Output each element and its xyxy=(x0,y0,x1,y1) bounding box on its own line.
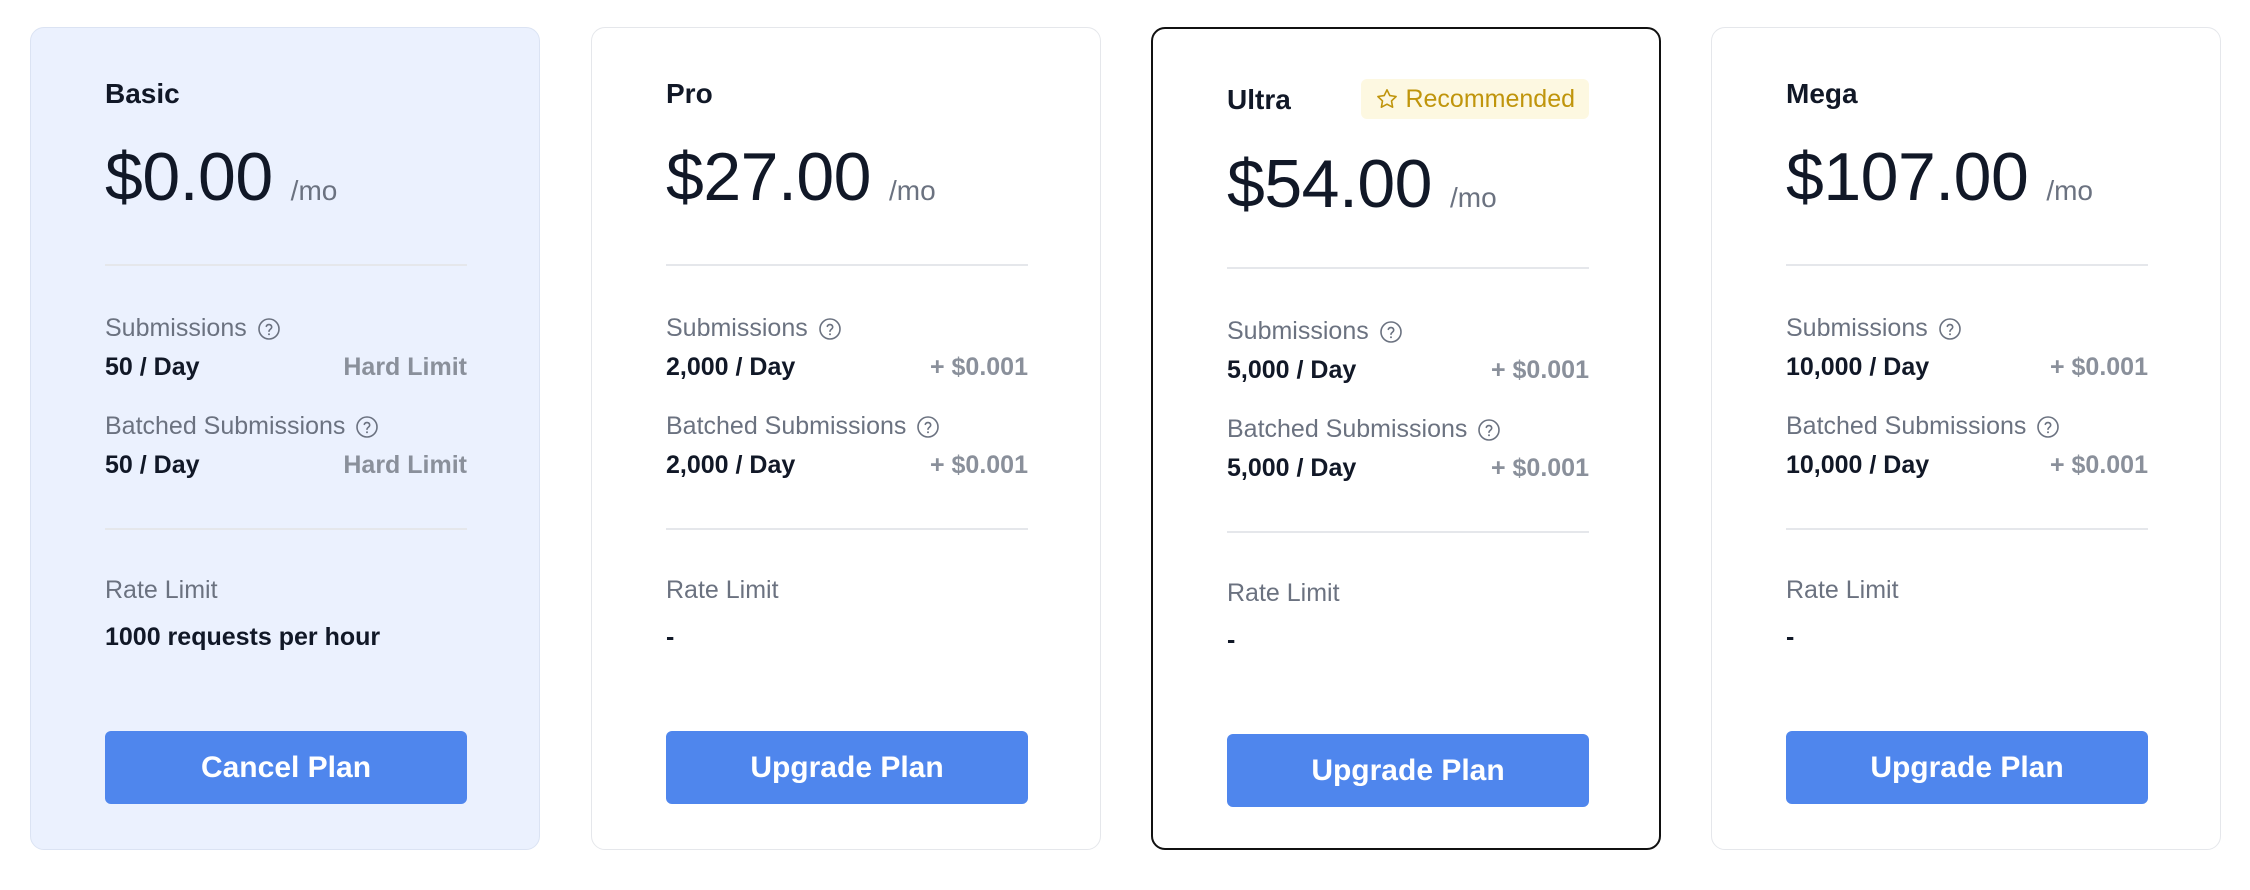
submissions-value: 50 / Day xyxy=(105,353,200,381)
submissions-label-text: Submissions xyxy=(666,314,808,342)
plan-price: $27.00 xyxy=(666,139,871,215)
plan-price: $107.00 xyxy=(1786,139,2029,215)
plan-name: Mega xyxy=(1786,78,1858,109)
submissions-value: 10,000 / Day xyxy=(1786,353,1930,381)
star-icon xyxy=(1377,89,1398,108)
batched-submissions-row: 10,000 / Day + $0.001 xyxy=(1786,451,2148,480)
rate-limit-value: - xyxy=(666,623,675,651)
plan-name: Basic xyxy=(105,78,180,109)
plan-price: $0.00 xyxy=(105,139,273,215)
plan-card-mega: Mega $107.00 /mo Submissions 10,000 / Da… xyxy=(1711,27,2221,850)
submissions-label-text: Submissions xyxy=(105,314,247,342)
batched-submissions-row: 5,000 / Day + $0.001 xyxy=(1227,454,1589,483)
batched-submissions-row: 2,000 / Day + $0.001 xyxy=(666,451,1028,480)
divider xyxy=(105,264,467,266)
batched-label-text: Batched Submissions xyxy=(1786,412,2027,440)
submissions-value: 2,000 / Day xyxy=(666,353,796,381)
billing-period: /mo xyxy=(888,175,936,206)
batched-value: 2,000 / Day xyxy=(666,451,796,479)
submissions-row: 10,000 / Day + $0.001 xyxy=(1786,353,2148,382)
badge-label: Recommended xyxy=(1405,84,1575,113)
price-row: $54.00 /mo xyxy=(1227,145,1497,223)
price-row: $27.00 /mo xyxy=(666,138,936,216)
rate-limit-label: Rate Limit xyxy=(105,576,218,604)
divider xyxy=(1786,264,2148,266)
divider xyxy=(1786,528,2148,530)
plan-card-pro: Pro $27.00 /mo Submissions 2,000 / Day +… xyxy=(591,27,1101,850)
submissions-label-text: Submissions xyxy=(1786,314,1928,342)
rate-limit-value: 1000 requests per hour xyxy=(105,623,381,651)
divider xyxy=(666,264,1028,266)
plan-name: Pro xyxy=(666,78,713,109)
submissions-label: Submissions xyxy=(666,314,842,343)
batched-submissions-label: Batched Submissions xyxy=(1227,415,1501,444)
batched-overage: + $0.001 xyxy=(1490,454,1589,482)
batched-value: 5,000 / Day xyxy=(1227,454,1357,482)
submissions-row: 5,000 / Day + $0.001 xyxy=(1227,356,1589,385)
submissions-label: Submissions xyxy=(1227,317,1403,346)
batched-value: 50 / Day xyxy=(105,451,200,479)
price-row: $0.00 /mo xyxy=(105,138,337,216)
rate-limit-label: Rate Limit xyxy=(666,576,779,604)
divider xyxy=(666,528,1028,530)
upgrade-plan-button[interactable]: Upgrade Plan xyxy=(1227,734,1589,807)
plan-price: $54.00 xyxy=(1227,146,1432,222)
batched-submissions-label: Batched Submissions xyxy=(105,412,379,441)
rate-limit-value: - xyxy=(1786,623,1795,651)
batched-label-text: Batched Submissions xyxy=(105,412,346,440)
billing-period: /mo xyxy=(2046,175,2093,206)
billing-period: /mo xyxy=(290,175,338,206)
help-circle-icon[interactable] xyxy=(355,415,379,439)
billing-period: /mo xyxy=(1449,182,1497,213)
batched-label-text: Batched Submissions xyxy=(1227,415,1468,443)
batched-overage: Hard Limit xyxy=(343,451,467,479)
submissions-value: 5,000 / Day xyxy=(1227,356,1357,384)
submissions-row: 2,000 / Day + $0.001 xyxy=(666,353,1028,382)
pricing-plans: Basic $0.00 /mo Submissions 50 / Day Har… xyxy=(0,0,2250,890)
divider xyxy=(105,528,467,530)
batched-overage: + $0.001 xyxy=(929,451,1028,479)
help-circle-icon[interactable] xyxy=(1477,418,1501,442)
rate-limit-label: Rate Limit xyxy=(1227,579,1340,607)
rate-limit-label: Rate Limit xyxy=(1786,576,1899,604)
batched-value: 10,000 / Day xyxy=(1786,451,1930,479)
plan-card-basic: Basic $0.00 /mo Submissions 50 / Day Har… xyxy=(30,27,540,850)
plan-card-ultra: Ultra Recommended $54.00 /mo Submissions… xyxy=(1151,27,1661,850)
submissions-label-text: Submissions xyxy=(1227,317,1369,345)
submissions-overage: + $0.001 xyxy=(1490,356,1589,384)
cancel-plan-button[interactable]: Cancel Plan xyxy=(105,731,467,804)
submissions-row: 50 / Day Hard Limit xyxy=(105,353,467,382)
submissions-overage: + $0.001 xyxy=(2049,353,2148,381)
divider xyxy=(1227,267,1589,269)
submissions-overage: Hard Limit xyxy=(343,353,467,381)
upgrade-plan-button[interactable]: Upgrade Plan xyxy=(1786,731,2148,804)
batched-label-text: Batched Submissions xyxy=(666,412,907,440)
rate-limit-value: - xyxy=(1227,626,1236,654)
batched-overage: + $0.001 xyxy=(2049,451,2148,479)
recommended-badge: Recommended xyxy=(1361,79,1589,119)
help-circle-icon[interactable] xyxy=(916,415,940,439)
plan-name: Ultra xyxy=(1227,84,1291,115)
batched-submissions-label: Batched Submissions xyxy=(666,412,940,441)
upgrade-plan-button[interactable]: Upgrade Plan xyxy=(666,731,1028,804)
batched-submissions-row: 50 / Day Hard Limit xyxy=(105,451,467,480)
help-circle-icon[interactable] xyxy=(1938,317,1962,341)
price-row: $107.00 /mo xyxy=(1786,138,2093,216)
submissions-label: Submissions xyxy=(105,314,281,343)
divider xyxy=(1227,531,1589,533)
help-circle-icon[interactable] xyxy=(2036,415,2060,439)
submissions-label: Submissions xyxy=(1786,314,1962,343)
help-circle-icon[interactable] xyxy=(818,317,842,341)
help-circle-icon[interactable] xyxy=(257,317,281,341)
batched-submissions-label: Batched Submissions xyxy=(1786,412,2060,441)
help-circle-icon[interactable] xyxy=(1379,320,1403,344)
submissions-overage: + $0.001 xyxy=(929,353,1028,381)
